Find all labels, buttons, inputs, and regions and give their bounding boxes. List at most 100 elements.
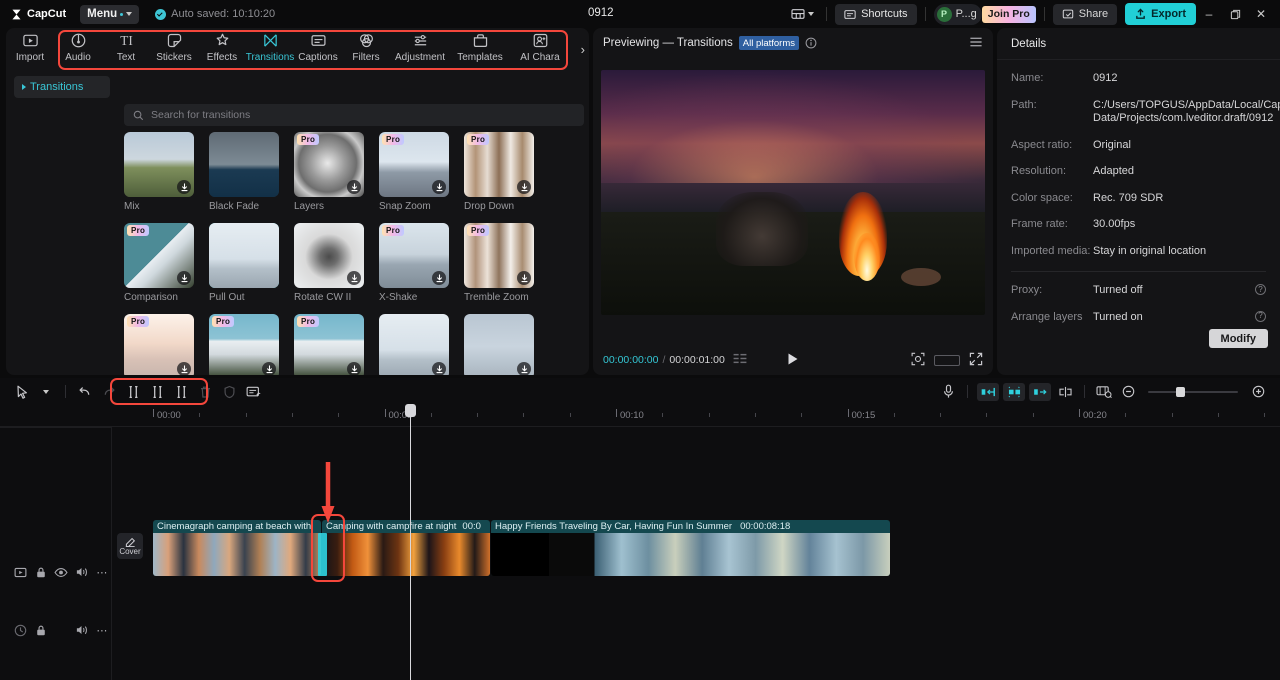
track-audio-clock-icon[interactable] xyxy=(10,620,30,641)
timeline-video-clip-2[interactable]: Camping with campfire at night 00:0 xyxy=(322,520,490,576)
transition-thumbnail[interactable] xyxy=(124,132,194,197)
join-pro-button[interactable]: Join Pro xyxy=(981,5,1036,23)
zoom-in-button[interactable] xyxy=(1246,382,1270,402)
download-icon[interactable] xyxy=(517,180,531,194)
maximize-button[interactable] xyxy=(1222,1,1248,27)
transition-card[interactable]: ProPaper Ball xyxy=(209,314,294,375)
track-video-icon[interactable] xyxy=(10,562,30,583)
transition-thumbnail[interactable]: Pro xyxy=(124,223,194,288)
transition-thumbnail[interactable] xyxy=(464,314,534,375)
tool-dropdown-button[interactable] xyxy=(34,382,58,402)
preview-menu-button[interactable] xyxy=(969,36,983,51)
download-icon[interactable] xyxy=(517,362,531,375)
snapshot-button[interactable] xyxy=(911,352,925,369)
export-button[interactable]: Export xyxy=(1125,3,1196,25)
download-icon[interactable] xyxy=(432,362,446,375)
transition-card[interactable]: ProPaper Ball xyxy=(294,314,379,375)
sidebar-item-ai-character[interactable]: AI Chara xyxy=(510,32,570,63)
fullscreen-button[interactable] xyxy=(969,352,983,369)
sidebar-item-templates[interactable]: Templates xyxy=(450,32,510,63)
download-icon[interactable] xyxy=(177,271,191,285)
aspect-ratio-button[interactable] xyxy=(934,354,960,366)
sidebar-item-effects[interactable]: Effects xyxy=(198,32,246,63)
transition-thumbnail[interactable]: Pro xyxy=(294,132,364,197)
transition-thumbnail[interactable] xyxy=(379,314,449,375)
download-icon[interactable] xyxy=(177,180,191,194)
transition-card[interactable]: Pro Drop Down xyxy=(464,132,549,220)
timeline-ruler[interactable]: 00:00 00:05 00:10 00:15 00:20 xyxy=(0,405,1280,427)
transition-thumbnail[interactable]: Pro xyxy=(464,223,534,288)
sidebar-item-audio[interactable]: Audio xyxy=(54,32,102,63)
track-more-icon[interactable]: ⋯ xyxy=(92,562,112,583)
transition-card[interactable]: ProZoom Shake xyxy=(124,314,209,375)
track-audio-icon[interactable] xyxy=(71,562,91,583)
modify-button[interactable]: Modify xyxy=(1208,329,1268,348)
mirror-button[interactable] xyxy=(1053,382,1077,402)
transition-card[interactable]: Black Fade xyxy=(209,132,294,220)
help-icon[interactable]: ? xyxy=(1255,310,1266,322)
transition-card[interactable]: Pro Layers xyxy=(294,132,379,220)
sidebar-item-stickers[interactable]: Stickers xyxy=(150,32,198,63)
auto-captions-button[interactable] xyxy=(241,382,265,402)
close-button[interactable]: ✕ xyxy=(1248,1,1274,27)
track-visibility-icon[interactable] xyxy=(51,562,71,583)
subnav-item-transitions[interactable]: Transitions xyxy=(14,76,110,98)
transition-card[interactable]: Left xyxy=(379,314,464,375)
transition-card[interactable]: Mix xyxy=(124,132,209,220)
track-more-icon[interactable]: ⋯ xyxy=(92,620,112,641)
download-icon[interactable] xyxy=(517,271,531,285)
transition-thumbnail[interactable]: Pro xyxy=(209,314,279,375)
transition-thumbnail[interactable]: Pro xyxy=(379,132,449,197)
transition-thumbnail[interactable]: Pro xyxy=(124,314,194,375)
snap-right-button[interactable] xyxy=(1029,382,1051,401)
timeline-video-clip-3[interactable]: Happy Friends Traveling By Car, Having F… xyxy=(491,520,890,576)
transition-thumbnail[interactable]: Pro xyxy=(294,314,364,375)
sidebar-item-captions[interactable]: Captions xyxy=(294,32,342,63)
track-audio-icon[interactable] xyxy=(71,620,91,641)
record-voiceover-button[interactable] xyxy=(936,382,960,402)
zoom-slider[interactable] xyxy=(1148,386,1238,397)
transition-thumbnail[interactable]: Pro xyxy=(464,132,534,197)
playhead[interactable] xyxy=(405,404,416,680)
mask-button[interactable] xyxy=(217,382,241,402)
zoom-slider-handle[interactable] xyxy=(1176,386,1185,397)
zoom-out-button[interactable] xyxy=(1116,382,1140,402)
download-icon[interactable] xyxy=(347,180,361,194)
play-button[interactable] xyxy=(787,352,800,369)
download-icon[interactable] xyxy=(432,180,446,194)
transition-card[interactable]: Pro Snap Zoom xyxy=(379,132,464,220)
transition-thumbnail[interactable] xyxy=(209,132,279,197)
sidebar-item-import[interactable]: Import xyxy=(6,32,54,63)
search-input[interactable]: Search for transitions xyxy=(124,104,584,126)
info-icon[interactable] xyxy=(805,37,817,49)
transition-card[interactable]: Pull Out xyxy=(209,223,294,311)
transition-thumbnail[interactable]: Pro xyxy=(379,223,449,288)
undo-button[interactable] xyxy=(73,382,97,402)
frame-list-button[interactable] xyxy=(733,353,747,367)
shortcuts-button[interactable]: Shortcuts xyxy=(835,3,917,25)
snap-center-button[interactable] xyxy=(1003,382,1025,401)
video-preview-canvas[interactable] xyxy=(601,70,985,315)
minimize-button[interactable]: – xyxy=(1196,1,1222,27)
redo-button[interactable] xyxy=(97,382,121,402)
transition-card[interactable]: Blur xyxy=(464,314,549,375)
menu-button[interactable]: Menu xyxy=(80,4,140,24)
transition-marker[interactable] xyxy=(318,533,327,576)
track-lock-icon[interactable] xyxy=(30,620,50,641)
sidebar-item-filters[interactable]: Filters xyxy=(342,32,390,63)
download-icon[interactable] xyxy=(432,271,446,285)
transition-card[interactable]: Pro X-Shake xyxy=(379,223,464,311)
transition-card[interactable]: Rotate CW II xyxy=(294,223,379,311)
delete-button[interactable] xyxy=(193,382,217,402)
download-icon[interactable] xyxy=(262,362,276,375)
transition-card[interactable]: Pro Tremble Zoom xyxy=(464,223,549,311)
transition-thumbnail[interactable] xyxy=(294,223,364,288)
snap-left-button[interactable] xyxy=(977,382,999,401)
download-icon[interactable] xyxy=(347,271,361,285)
timeline-video-clip-1[interactable]: Cinemagraph camping at beach with xyxy=(153,520,321,576)
download-icon[interactable] xyxy=(347,362,361,375)
keyframe-preview-button[interactable] xyxy=(1092,382,1116,402)
help-icon[interactable]: ? xyxy=(1255,284,1266,295)
transition-thumbnail[interactable] xyxy=(209,223,279,288)
account-button[interactable]: P P...g xyxy=(933,3,982,25)
